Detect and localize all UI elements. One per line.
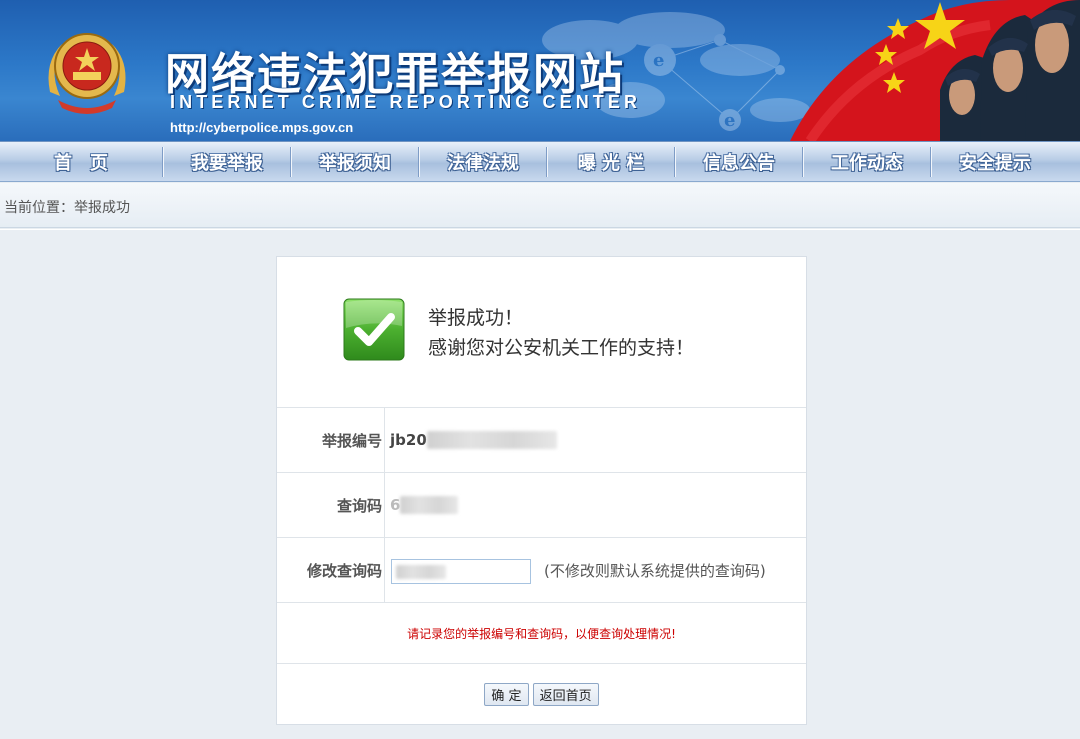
success-title: 举报成功！ [428,307,524,329]
site-banner: ee 网络违法犯罪举报网站 INTERNET CRIME REPORTING C… [0,0,1080,141]
report-id-value: jb20 [390,408,557,472]
report-id-prefix: jb20 [390,431,427,449]
site-url: http://cyberpolice.mps.gov.cn [170,120,354,135]
report-id-row: 举报编号 jb20 [277,408,806,473]
nav-item-laws[interactable]: 法律法规 [420,142,546,181]
nav-item-report[interactable]: 我要举报 [164,142,290,181]
redacted-query-code [400,496,459,514]
svg-text:e: e [724,110,735,131]
action-bar: 确 定 返回首页 [277,664,806,724]
nav-item-home[interactable]: 首 页 [0,142,162,181]
query-code-label: 查询码 [277,473,385,537]
site-subtitle: INTERNET CRIME REPORTING CENTER [170,92,642,112]
nav-item-guide[interactable]: 举报须知 [292,142,418,181]
edit-code-label: 修改查询码 [277,538,385,602]
edit-code-row: 修改查询码 (不修改则默认系统提供的查询码) [277,538,806,603]
breadcrumb: 当前位置：举报成功 [0,183,1080,228]
query-code-row: 查询码 6 [277,473,806,538]
confirm-button[interactable]: 确 定 [484,682,529,706]
edit-query-code-input[interactable] [391,559,531,584]
edit-code-note: (不修改则默认系统提供的查询码) [544,561,766,580]
result-card: 举报成功！ 感谢您对公安机关工作的支持！ 举报编号 jb20 查询码 6 修改查… [276,256,807,725]
nav-item-news[interactable]: 工作动态 [804,142,930,181]
svg-text:e: e [653,50,664,71]
nav-item-notices[interactable]: 信息公告 [676,142,802,181]
nav-item-exposure[interactable]: 曝 光 栏 [548,142,674,181]
main-nav: 首 页 我要举报 举报须知 法律法规 曝 光 栏 信息公告 工作动态 安全提示 [0,141,1080,182]
query-code-prefix: 6 [390,496,401,514]
record-notice: 请记录您的举报编号和查询码，以便查询处理情况! [277,604,806,664]
china-flag-icon [790,0,1080,141]
return-home-button[interactable]: 返回首页 [532,682,599,706]
query-code-value: 6 [390,473,459,537]
police-emblem-icon [48,33,126,114]
success-check-icon [343,298,405,361]
success-message: 感谢您对公安机关工作的支持！ [428,337,695,359]
redacted-report-id [426,431,557,449]
nav-item-safety[interactable]: 安全提示 [932,142,1058,181]
report-id-label: 举报编号 [277,408,385,472]
redacted-input-value [396,565,446,579]
divider [0,229,1080,230]
success-header: 举报成功！ 感谢您对公安机关工作的支持！ [277,257,806,408]
